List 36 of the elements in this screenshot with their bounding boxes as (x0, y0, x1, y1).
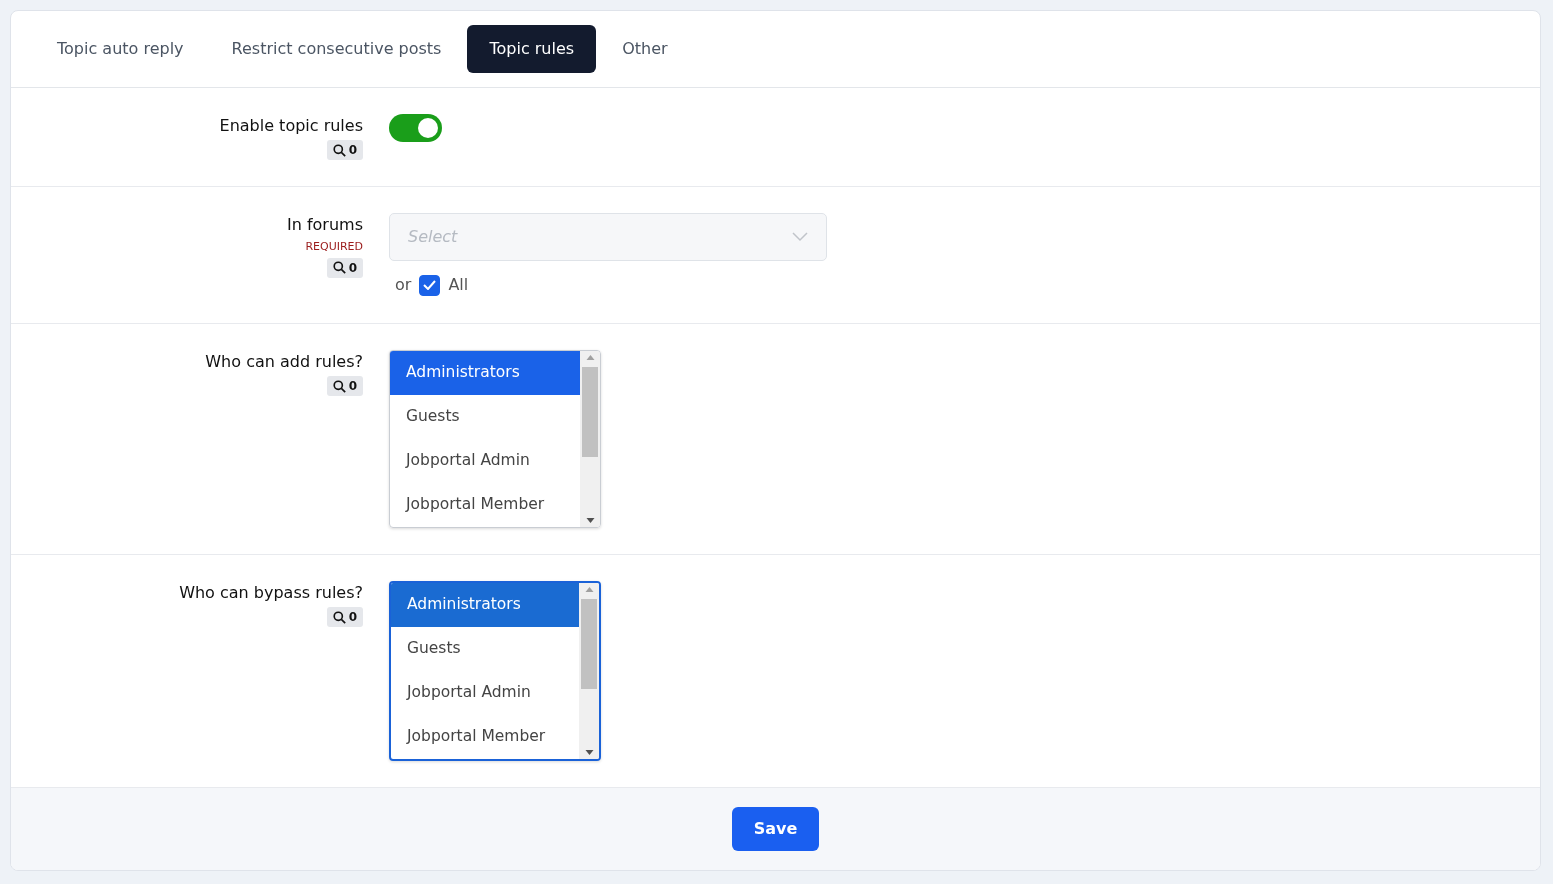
search-icon (332, 261, 346, 274)
checkmark-icon (423, 280, 437, 290)
scrollbar[interactable] (580, 351, 600, 527)
listbox-option[interactable]: Jobportal Admin (391, 671, 579, 715)
field-label: Enable topic rules (219, 115, 363, 137)
listbox-option[interactable]: Jobportal Member (391, 715, 579, 759)
required-note: REQUIRED (305, 239, 363, 255)
listbox-option[interactable]: Administrators (391, 583, 579, 627)
listbox-option[interactable]: Guests (391, 627, 579, 671)
search-count-badge[interactable]: 0 (326, 140, 363, 160)
search-count-badge[interactable]: 0 (326, 607, 363, 627)
tab[interactable]: Topic auto reply (35, 25, 206, 73)
tab[interactable]: Restrict consecutive posts (209, 25, 464, 73)
checkbox-label: All (448, 274, 469, 296)
search-icon (332, 143, 346, 157)
search-count-badge[interactable]: 0 (326, 257, 363, 278)
listbox-option[interactable]: Jobportal Admin (390, 439, 580, 483)
toggle-switch[interactable] (389, 114, 442, 142)
group-listbox[interactable]: Administrators Guests Jobportal Admin Jobportal Member (389, 581, 601, 761)
search-icon (332, 610, 346, 624)
listbox-option[interactable]: Administrators (390, 351, 580, 395)
field-label: Who can add rules? (205, 351, 363, 373)
listbox-option[interactable]: Guests (390, 395, 580, 439)
field-label: In forums (287, 214, 363, 236)
listbox-option[interactable]: Jobportal Member (390, 483, 580, 527)
search-count-badge[interactable]: 0 (326, 376, 363, 396)
scrollbar[interactable] (579, 583, 599, 759)
all-checkbox[interactable] (419, 274, 441, 296)
chevron-down-icon (792, 232, 808, 242)
or-text: or (395, 274, 412, 296)
save-button[interactable]: Save (731, 807, 820, 851)
group-listbox[interactable]: Administrators Guests Jobportal Admin Jobportal Member (389, 350, 601, 528)
search-icon (332, 379, 346, 393)
tab[interactable]: Other (600, 25, 690, 73)
field-label: Who can bypass rules? (179, 582, 363, 604)
tab[interactable]: Topic rules (467, 25, 597, 73)
